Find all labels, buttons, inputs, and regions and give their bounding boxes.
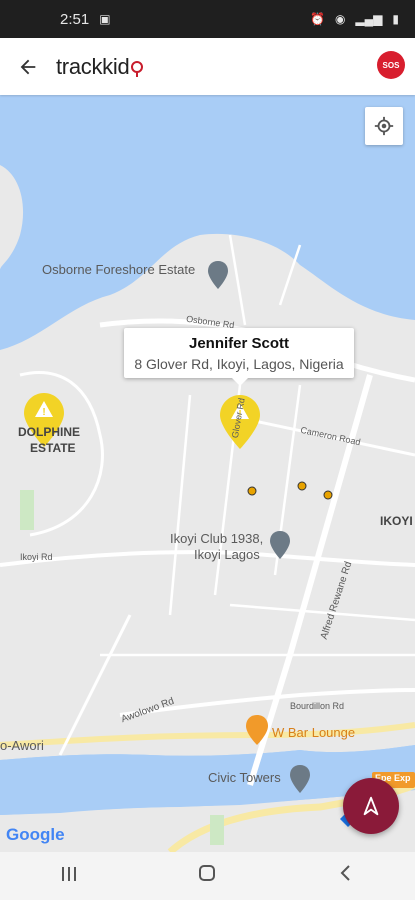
navigation-arrow-icon [363, 796, 379, 816]
sos-button[interactable]: SOS [377, 51, 405, 79]
green-area-1 [20, 490, 34, 530]
alarm-icon: ⏰ [309, 12, 325, 26]
contact-address: 8 Glover Rd, Ikoyi, Lagos, Nigeria [134, 356, 344, 372]
back-button[interactable] [0, 38, 56, 95]
route-dot-2 [297, 481, 307, 491]
label-ikoyi-rd: Ikoyi Rd [20, 552, 53, 562]
system-back-button[interactable] [306, 863, 386, 889]
status-bar: 2:51 ▣ ⏰ ◉ ▂▄▆ ▮ [0, 0, 415, 38]
arrow-left-icon [20, 59, 36, 74]
my-location-button[interactable] [365, 107, 403, 145]
contact-name: Jennifer Scott [188, 335, 290, 352]
label-osborne-estate: Osborne Foreshore Estate [42, 262, 196, 277]
marker-info-window[interactable]: Jennifer Scott 8 Glover Rd, Ikoyi, Lagos… [124, 328, 354, 386]
route-dot-3 [323, 490, 333, 500]
location-icon: ◉ [334, 12, 346, 26]
label-bourdillon: Bourdillon Rd [290, 701, 345, 711]
app-bar: trackkid SOS [0, 38, 415, 95]
label-ikoyi-club-2: Ikoyi Lagos [194, 547, 260, 562]
label-dolphine-2: ESTATE [30, 441, 76, 455]
recent-apps-icon [62, 867, 77, 881]
home-icon [199, 865, 216, 881]
route-dot-1 [247, 486, 257, 496]
image-notification-icon: ▣ [99, 12, 111, 26]
status-time: 2:51 [60, 10, 90, 28]
map-view[interactable]: ! ! Osborne Foreshore Estate DOLPHINE ES… [0, 95, 415, 852]
signal-icon: ▂▄▆ [355, 12, 383, 26]
crosshair-icon [374, 116, 394, 136]
app-logo: trackkid [56, 53, 130, 79]
recent-apps-button[interactable] [29, 863, 109, 889]
navigate-fab[interactable] [343, 778, 399, 834]
svg-text:!: ! [42, 407, 45, 418]
label-ikoyi-club-1: Ikoyi Club 1938, [170, 531, 264, 546]
label-civic-towers: Civic Towers [208, 770, 281, 785]
green-area-2 [210, 815, 224, 845]
label-wbar: W Bar Lounge [272, 725, 356, 740]
logo-pin-icon [131, 60, 144, 77]
battery-icon: ▮ [392, 12, 399, 26]
label-awori: o-Awori [0, 738, 44, 753]
google-logo-text: Google [6, 825, 65, 844]
label-dolphine-1: DOLPHINE [18, 425, 81, 439]
label-ikoyi: IKOYI [380, 514, 413, 528]
home-button[interactable] [167, 863, 247, 889]
system-nav-bar [0, 852, 415, 900]
chevron-left-icon [340, 865, 350, 881]
google-logo: Google [6, 825, 65, 845]
